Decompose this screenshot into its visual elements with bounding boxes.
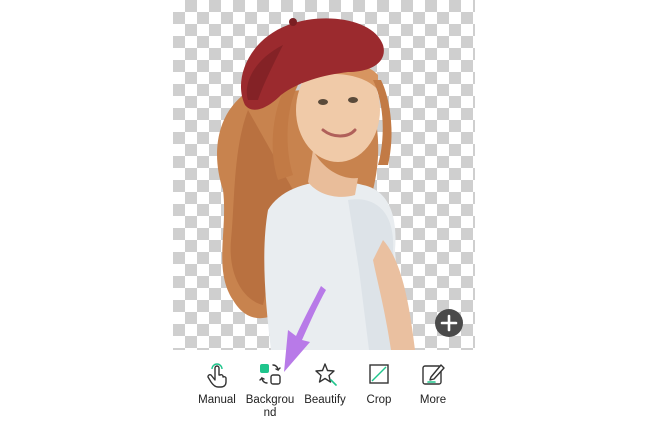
background-swap-icon bbox=[259, 364, 281, 385]
tool-crop[interactable]: Crop bbox=[351, 360, 407, 407]
tool-more[interactable]: More bbox=[405, 360, 461, 407]
plus-icon bbox=[440, 314, 458, 332]
tool-beautify-label: Beautify bbox=[304, 394, 346, 406]
sparkle-star-icon bbox=[315, 363, 337, 386]
add-layer-button[interactable] bbox=[435, 309, 463, 337]
tool-more-label: More bbox=[419, 394, 447, 406]
tool-beautify[interactable]: Beautify bbox=[297, 360, 353, 407]
tool-background-label: Background bbox=[245, 394, 295, 419]
image-canvas[interactable] bbox=[173, 0, 475, 350]
tool-crop-label: Crop bbox=[366, 394, 392, 406]
hand-pointer-icon bbox=[207, 363, 227, 388]
tool-manual[interactable]: Manual bbox=[189, 360, 245, 407]
tool-background[interactable]: Background bbox=[242, 360, 298, 420]
subject-photo bbox=[217, 18, 415, 350]
bottom-toolbar: Manual Background Beautify Crop More bbox=[0, 360, 650, 430]
crop-icon bbox=[369, 364, 389, 384]
tool-manual-label: Manual bbox=[198, 394, 236, 406]
edit-pencil-icon bbox=[422, 364, 445, 385]
